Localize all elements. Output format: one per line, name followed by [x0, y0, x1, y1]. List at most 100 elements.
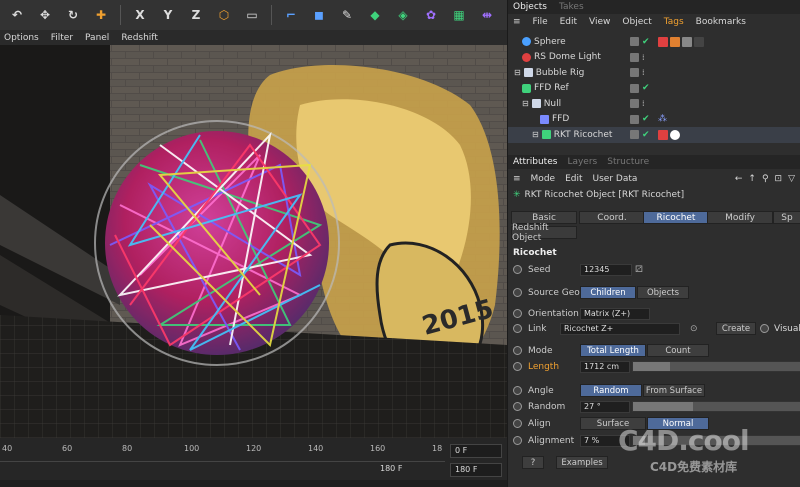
animate-dot-icon[interactable] — [513, 419, 522, 428]
z-axis-icon[interactable]: Z — [185, 4, 207, 26]
plus-icon[interactable]: ✚ — [90, 4, 112, 26]
tab-objects[interactable]: Objects — [513, 2, 547, 12]
visibility-dots-icon[interactable]: ⁞ — [642, 99, 645, 108]
menu-redshift[interactable]: Redshift — [121, 33, 158, 43]
object-row-ffd-ref[interactable]: FFD Ref ✔ — [508, 81, 800, 97]
render-view-icon[interactable]: ▭ — [241, 4, 263, 26]
back-arrow-icon[interactable]: ← — [735, 174, 743, 184]
link-field[interactable]: Ricochet Z+ — [560, 322, 680, 335]
filter-icon[interactable]: ▽ — [788, 174, 795, 184]
visibility-dots-icon[interactable]: ⁞ — [642, 68, 645, 77]
3d-viewport[interactable]: 2015 — [0, 45, 507, 438]
total-length-button[interactable]: Total Length — [580, 344, 646, 357]
layer-box[interactable] — [630, 83, 639, 93]
visibility-dots-icon[interactable]: ⁞ — [642, 53, 645, 62]
animate-dot-icon[interactable] — [513, 386, 522, 395]
children-button[interactable]: Children — [580, 286, 636, 299]
orientation-dropdown[interactable]: Matrix (Z+) — [580, 307, 650, 320]
move-icon[interactable]: ✥ — [34, 4, 56, 26]
undo-icon[interactable]: ↶ — [6, 4, 28, 26]
layer-box[interactable] — [630, 99, 639, 109]
layer-box[interactable] — [630, 68, 639, 78]
tab-layers[interactable]: Layers — [567, 157, 597, 167]
menu-user-data[interactable]: User Data — [593, 174, 638, 184]
menu-file[interactable]: File — [533, 17, 548, 27]
deformer-tag-icon[interactable]: ⁂ — [658, 114, 667, 124]
timeline-ruler[interactable]: 40 60 80 100 120 140 160 18 — [0, 440, 445, 462]
hamburger-icon[interactable]: ≡ — [513, 17, 521, 27]
end-frame-field[interactable]: 180 F — [450, 463, 502, 477]
lock-icon[interactable]: ⊡ — [775, 174, 783, 184]
animate-dot-icon[interactable] — [513, 265, 522, 274]
object-row-bubble-rig[interactable]: ⊟ Bubble Rig ⁞ — [508, 65, 800, 81]
material-tag-icon[interactable] — [670, 129, 680, 140]
animate-dot-icon[interactable] — [513, 288, 522, 297]
collapse-icon[interactable]: ⊟ — [532, 130, 539, 139]
check-icon[interactable]: ✔ — [642, 114, 650, 124]
layer-box[interactable] — [630, 130, 639, 140]
collapse-icon[interactable]: ⊟ — [522, 99, 529, 108]
cube-icon[interactable]: ◼ — [308, 4, 330, 26]
texture-tag-icon[interactable] — [682, 36, 692, 47]
menu-options[interactable]: Options — [4, 33, 39, 43]
menu-mode[interactable]: Mode — [531, 174, 556, 184]
animate-dot-icon[interactable] — [513, 362, 522, 371]
object-row-dome-light[interactable]: RS Dome Light ⁞ — [508, 50, 800, 66]
tab-modify[interactable]: Modify — [707, 211, 773, 224]
tab-spline[interactable]: Sp — [773, 211, 800, 224]
help-button[interactable]: ? — [522, 456, 544, 469]
x-axis-icon[interactable]: X — [129, 4, 151, 26]
check-icon[interactable]: ✔ — [642, 83, 650, 93]
examples-button[interactable]: Examples — [556, 456, 608, 469]
objects-button[interactable]: Objects — [637, 286, 689, 299]
deform-icon[interactable]: ◈ — [392, 4, 414, 26]
length-slider[interactable] — [632, 361, 800, 372]
random-seed-icon[interactable]: ⚂ — [635, 265, 643, 275]
tab-coord[interactable]: Coord. — [579, 211, 645, 224]
current-frame-field[interactable]: 0 F — [450, 444, 502, 458]
texture-tag-icon[interactable] — [694, 36, 704, 47]
green-cube-icon[interactable]: ◆ — [364, 4, 386, 26]
object-row-null[interactable]: ⊟ Null ⁞ — [508, 96, 800, 112]
menu-bookmarks[interactable]: Bookmarks — [696, 17, 746, 27]
pen-icon[interactable]: ✎ — [336, 4, 358, 26]
check-icon[interactable]: ✔ — [642, 37, 650, 47]
check-icon[interactable]: ✔ — [642, 130, 650, 140]
tab-structure[interactable]: Structure — [607, 157, 649, 167]
random-field[interactable]: 27 ° — [580, 400, 630, 413]
count-button[interactable]: Count — [647, 344, 709, 357]
object-row-ffd[interactable]: FFD ✔ ⁂ — [508, 112, 800, 128]
material-tag-icon[interactable] — [658, 36, 668, 47]
collapse-icon[interactable]: ⊟ — [514, 68, 521, 77]
animate-dot-icon[interactable] — [513, 346, 522, 355]
seed-field[interactable]: 12345 — [580, 263, 632, 276]
animate-dot-icon[interactable] — [760, 324, 769, 333]
y-axis-icon[interactable]: Y — [157, 4, 179, 26]
length-field[interactable]: 1712 cm — [580, 360, 630, 373]
from-surface-button[interactable]: From Surface — [643, 384, 705, 397]
animate-dot-icon[interactable] — [513, 436, 522, 445]
mograph-icon[interactable]: ▦ — [448, 4, 470, 26]
select-icon[interactable]: ⌐ — [280, 4, 302, 26]
tab-attributes[interactable]: Attributes — [513, 157, 557, 167]
menu-filter[interactable]: Filter — [51, 33, 73, 43]
world-icon[interactable]: ⬡ — [213, 4, 235, 26]
random-slider[interactable] — [632, 401, 800, 412]
tab-ricochet[interactable]: Ricochet — [643, 211, 709, 224]
tag-icon[interactable] — [670, 36, 680, 47]
create-button[interactable]: Create — [716, 322, 756, 335]
rotate-icon[interactable]: ↻ — [62, 4, 84, 26]
animate-dot-icon[interactable] — [513, 402, 522, 411]
animate-dot-icon[interactable] — [513, 309, 522, 318]
tab-takes[interactable]: Takes — [559, 2, 584, 12]
menu-panel[interactable]: Panel — [85, 33, 109, 43]
object-row-rkt-ricochet[interactable]: ⊟ RKT Ricochet ✔ — [508, 127, 800, 143]
menu-edit[interactable]: Edit — [560, 17, 577, 27]
pick-icon[interactable]: ⊙ — [690, 324, 698, 334]
scene-icon[interactable]: ✿ — [420, 4, 442, 26]
up-arrow-icon[interactable]: ↑ — [748, 174, 756, 184]
layer-box[interactable] — [630, 114, 639, 124]
menu-edit[interactable]: Edit — [565, 174, 582, 184]
material-tag-icon[interactable] — [658, 129, 668, 140]
effector-icon[interactable]: ⇹ — [476, 4, 498, 26]
